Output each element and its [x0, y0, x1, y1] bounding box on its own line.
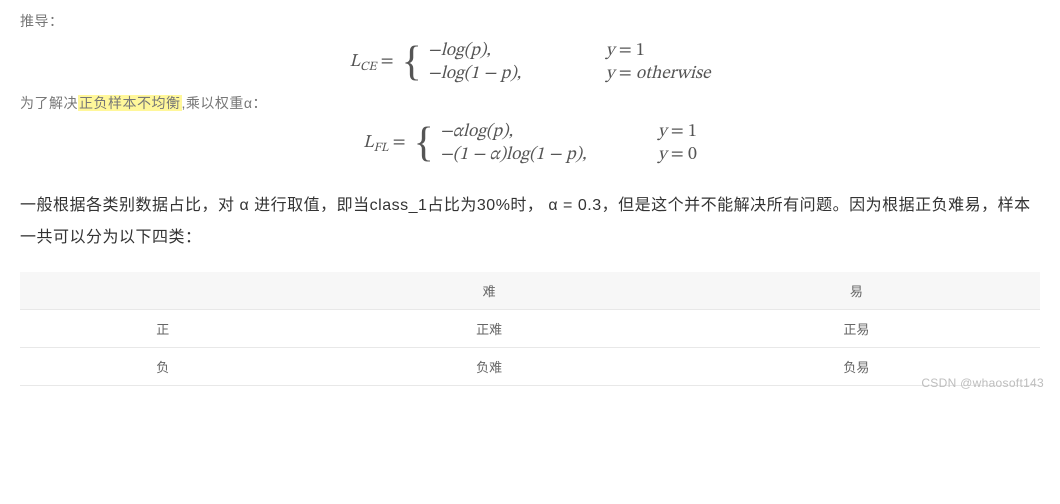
mid-highlight: 正负样本不均衡: [78, 95, 182, 111]
lce-row1-cond-y: y: [606, 42, 615, 60]
lfl-row2-expr: −(1 − α)log(1 − p),: [440, 144, 640, 167]
equation-fl: LFL = { −αlog(p), y = 1 −(1 − α)log(1 − …: [20, 121, 1040, 166]
lce-row2-cond-y: y: [606, 65, 615, 83]
derivation-lead: 推导：: [20, 10, 1040, 32]
table-row: 负 负难 负易: [20, 348, 1040, 386]
lfl-row2-cond-rhs: 0: [688, 146, 697, 164]
lfl-eq: =: [393, 134, 406, 152]
lfl-row2-cond-y: y: [658, 146, 667, 164]
lfl-row1-cond-y: y: [658, 123, 667, 141]
lce-base: L: [350, 53, 361, 71]
th-easy: 易: [673, 272, 1040, 310]
th-blank: [20, 272, 306, 310]
lce-eq: =: [381, 53, 394, 71]
lce-row2-cond-rhs: otherwise: [636, 65, 711, 83]
lce-row1-expr: −log(p),: [428, 40, 588, 63]
lfl-row2-cond-eq: =: [671, 146, 684, 164]
lce-row1-cond-eq: =: [619, 42, 632, 60]
lce-row1-cond-rhs: 1: [636, 42, 645, 60]
mid-post: ,乘以权重α：: [182, 95, 267, 111]
lfl-row1-cond-eq: =: [671, 123, 684, 141]
lce-row2-expr: −log(1 − p),: [428, 63, 588, 86]
lfl-sub: FL: [374, 141, 389, 154]
lfl-brace: {: [414, 122, 434, 164]
mid-pre: 为了解决: [20, 95, 78, 111]
watermark: CSDN @whaosoft143: [921, 376, 1044, 390]
quadrant-table: 难 易 正 正难 正易 负 负难 负易: [20, 272, 1040, 386]
lce-row2-cond-eq: =: [619, 65, 632, 83]
td-pos: 正: [20, 310, 306, 348]
td-neg: 负: [20, 348, 306, 386]
td-neg-hard: 负难: [306, 348, 673, 386]
lfl-base: L: [363, 134, 374, 152]
explanation-paragraph: 一般根据各类别数据占比，对 α 进行取值，即当class_1占比为30%时， α…: [20, 190, 1040, 254]
td-pos-hard: 正难: [306, 310, 673, 348]
lfl-row1-expr: −αlog(p),: [440, 121, 640, 144]
table-row: 正 正难 正易: [20, 310, 1040, 348]
lfl-row1-cond-rhs: 1: [688, 123, 697, 141]
lce-sub: CE: [360, 60, 376, 73]
td-pos-easy: 正易: [673, 310, 1040, 348]
table-header-row: 难 易: [20, 272, 1040, 310]
th-hard: 难: [306, 272, 673, 310]
equation-ce: LCE = { −log(p), y = 1 −log(1 − p), y: [20, 40, 1040, 85]
lce-brace: {: [402, 41, 422, 83]
alpha-intro-line: 为了解决正负样本不均衡,乘以权重α：: [20, 93, 1040, 113]
